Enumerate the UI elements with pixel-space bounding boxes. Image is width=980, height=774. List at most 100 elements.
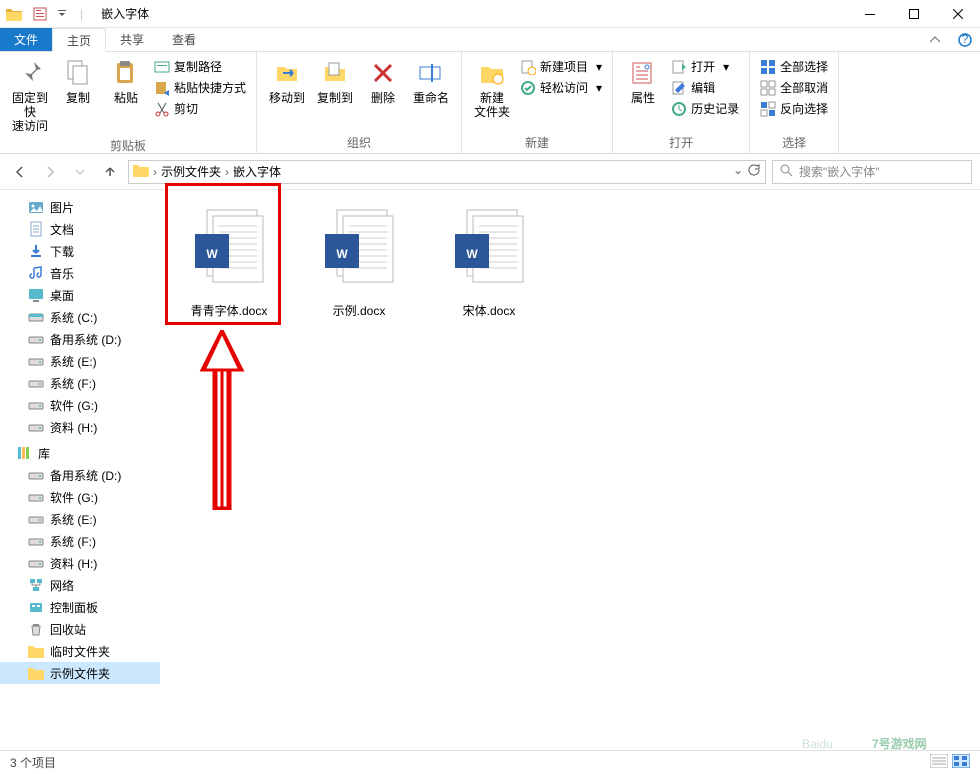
breadcrumb-box[interactable]: › 示例文件夹 › 嵌入字体 ⌄ xyxy=(128,160,766,184)
open-button[interactable]: 打开▾ xyxy=(667,57,743,76)
collapse-ribbon-icon[interactable] xyxy=(920,28,950,51)
tree-item[interactable]: 软件 (G:) xyxy=(0,394,160,416)
up-button[interactable] xyxy=(98,160,122,184)
desktop-icon xyxy=(28,287,44,303)
delete-button[interactable]: 删除 xyxy=(359,55,407,107)
selectall-button[interactable]: 全部选择 xyxy=(756,57,832,76)
pasteshortcut-button[interactable]: 粘贴快捷方式 xyxy=(150,78,250,97)
chevron-right-icon[interactable]: › xyxy=(153,165,157,179)
tree-item[interactable]: 桌面 xyxy=(0,284,160,306)
chevron-right-icon[interactable]: › xyxy=(225,165,229,179)
annotation-highlight xyxy=(165,183,281,325)
tree-item-label: 库 xyxy=(38,445,50,462)
help-icon[interactable]: ? xyxy=(950,28,980,51)
tree-item[interactable]: 资料 (H:) xyxy=(0,552,160,574)
tree-item-label: 控制面板 xyxy=(50,599,98,616)
tree-item[interactable]: 回收站 xyxy=(0,618,160,640)
copypath-icon xyxy=(154,59,170,75)
forward-button[interactable] xyxy=(38,160,62,184)
rename-button[interactable]: 重命名 xyxy=(407,55,455,107)
window-controls xyxy=(848,0,980,28)
tree-item[interactable]: 系统 (F:) xyxy=(0,530,160,552)
properties-button[interactable]: 属性 xyxy=(619,55,667,107)
icons-view-icon[interactable] xyxy=(952,754,970,771)
tree-item[interactable]: 系统 (E:) xyxy=(0,508,160,530)
maximize-button[interactable] xyxy=(892,0,936,28)
drive-icon xyxy=(28,533,44,549)
edit-button[interactable]: 编辑 xyxy=(667,78,743,97)
dropdown-icon[interactable]: ⌄ xyxy=(733,163,743,180)
back-button[interactable] xyxy=(8,160,32,184)
tree-item[interactable]: 资料 (H:) xyxy=(0,416,160,438)
copy-button[interactable]: 复制 xyxy=(54,55,102,107)
file-item[interactable]: W 示例.docx xyxy=(304,204,414,319)
pasteshortcut-icon xyxy=(154,80,170,96)
cut-button[interactable]: 剪切 xyxy=(150,99,250,118)
ribbon-tabs: 文件 主页 共享 查看 ? xyxy=(0,28,980,52)
tree-item[interactable]: 下载 xyxy=(0,240,160,262)
tree-item[interactable]: 库 xyxy=(0,442,160,464)
delete-icon xyxy=(367,57,399,89)
tree-item[interactable]: 文档 xyxy=(0,218,160,240)
easyaccess-button[interactable]: 轻松访问▾ xyxy=(516,78,606,97)
tab-share[interactable]: 共享 xyxy=(106,28,158,51)
history-button[interactable]: 历史记录 xyxy=(667,99,743,118)
tree-item-label: 示例文件夹 xyxy=(50,665,110,682)
newitem-icon xyxy=(520,59,536,75)
pin-button[interactable]: 固定到快 速访问 xyxy=(6,55,54,135)
selectnone-button[interactable]: 全部取消 xyxy=(756,78,832,97)
group-clipboard: 固定到快 速访问 复制 粘贴 复制路径 粘贴快捷方式 剪切 剪贴板 xyxy=(0,52,257,153)
copypath-button[interactable]: 复制路径 xyxy=(150,57,250,76)
details-view-icon[interactable] xyxy=(930,754,948,771)
recent-dropdown[interactable] xyxy=(68,160,92,184)
tree-item[interactable]: 控制面板 xyxy=(0,596,160,618)
qat-properties-icon[interactable] xyxy=(30,4,50,24)
downloads-icon xyxy=(28,243,44,259)
edit-icon xyxy=(671,80,687,96)
close-button[interactable] xyxy=(936,0,980,28)
tree-item[interactable]: 系统 (F:) xyxy=(0,372,160,394)
tree-item[interactable]: 临时文件夹 xyxy=(0,640,160,662)
paste-button[interactable]: 粘贴 xyxy=(102,55,150,107)
tree-item[interactable]: 音乐 xyxy=(0,262,160,284)
minimize-button[interactable] xyxy=(848,0,892,28)
tree-item[interactable]: 系统 (C:) xyxy=(0,306,160,328)
tree-item[interactable]: 网络 xyxy=(0,574,160,596)
chevron-down-icon: ▾ xyxy=(723,60,729,74)
tree-item[interactable]: 备用系统 (D:) xyxy=(0,464,160,486)
address-bar: › 示例文件夹 › 嵌入字体 ⌄ 搜索"嵌入字体" xyxy=(0,154,980,190)
svg-text:W: W xyxy=(336,247,348,261)
content-pane[interactable]: W 青青字体.docx W 示例.docx W 宋体.docx xyxy=(160,190,980,750)
moveto-icon xyxy=(271,57,303,89)
tab-home[interactable]: 主页 xyxy=(52,28,106,52)
tree-item[interactable]: 软件 (G:) xyxy=(0,486,160,508)
copy-icon xyxy=(62,57,94,89)
tree-item[interactable]: 图片 xyxy=(0,196,160,218)
qat-dropdown-icon[interactable] xyxy=(52,4,72,24)
refresh-icon[interactable] xyxy=(747,163,761,180)
file-list: W 青青字体.docx W 示例.docx W 宋体.docx xyxy=(174,204,966,319)
drive-icon xyxy=(28,467,44,483)
window-title: 嵌入字体 xyxy=(101,5,149,22)
pictures-icon xyxy=(28,199,44,215)
newitem-button[interactable]: 新建项目▾ xyxy=(516,57,606,76)
moveto-button[interactable]: 移动到 xyxy=(263,55,311,107)
titlebar: | 嵌入字体 xyxy=(0,0,980,28)
breadcrumb-item[interactable]: 示例文件夹 xyxy=(161,163,221,180)
newfolder-button[interactable]: 新建 文件夹 xyxy=(468,55,516,121)
copyto-button[interactable]: 复制到 xyxy=(311,55,359,107)
tree-item[interactable]: 备用系统 (D:) xyxy=(0,328,160,350)
word-document-icon: W xyxy=(315,204,403,296)
tree-item-label: 系统 (C:) xyxy=(50,309,97,326)
tab-view[interactable]: 查看 xyxy=(158,28,210,51)
file-item[interactable]: W 宋体.docx xyxy=(434,204,544,319)
invertsel-button[interactable]: 反向选择 xyxy=(756,99,832,118)
view-switcher xyxy=(930,754,970,771)
tab-file[interactable]: 文件 xyxy=(0,28,52,51)
tree-item[interactable]: 系统 (E:) xyxy=(0,350,160,372)
navigation-pane[interactable]: 图片文档下载音乐桌面系统 (C:)备用系统 (D:)系统 (E:)系统 (F:)… xyxy=(0,190,160,750)
drive-icon xyxy=(28,419,44,435)
breadcrumb-item[interactable]: 嵌入字体 xyxy=(233,163,281,180)
tree-item[interactable]: 示例文件夹 xyxy=(0,662,160,684)
search-input[interactable]: 搜索"嵌入字体" xyxy=(772,160,972,184)
